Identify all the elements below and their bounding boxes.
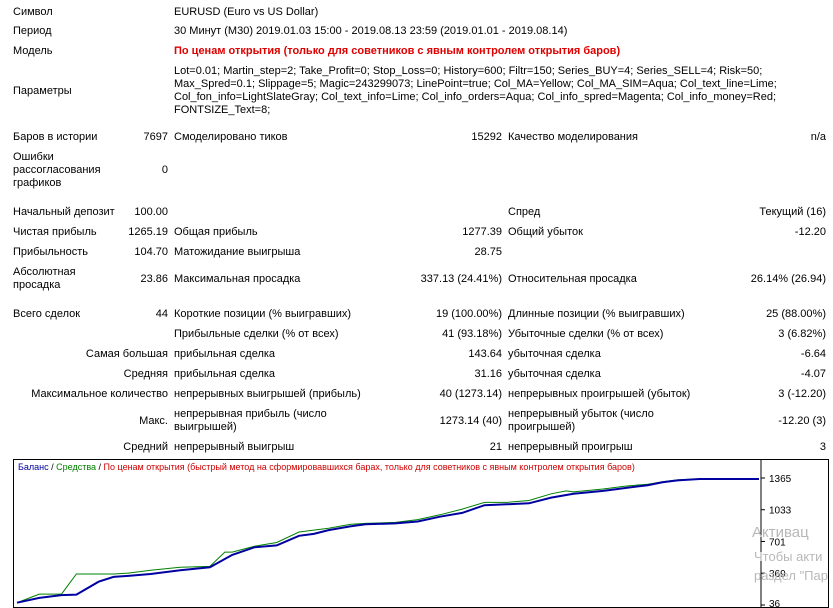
balance-series-line — [16, 478, 759, 604]
average-label: Средняя — [123, 368, 168, 380]
largest-profit-value: 143.64 — [468, 348, 502, 360]
legend-equity: Средства — [56, 462, 97, 472]
symbol-value: EURUSD (Euro vs US Dollar) — [174, 6, 319, 18]
bars-label: Баров в истории — [13, 131, 98, 143]
params-value: Lot=0.01; Martin_step=2; Take_Profit=0; … — [174, 65, 777, 116]
balance-chart: 1365 1033 701 369 36 Баланс / Средства / По … — [13, 459, 829, 608]
max-consec-wins-value: 40 (1273.14) — [439, 388, 502, 400]
avg-consec-losses-value: 3 — [819, 441, 826, 453]
ticks-value: 15292 — [471, 131, 502, 143]
loss-trades-label: Убыточные сделки (% от всех) — [508, 328, 664, 340]
params-label: Параметры — [13, 85, 72, 97]
max-drawdown-label: Максимальная просадка — [174, 273, 301, 285]
legend-separator: / — [96, 462, 104, 472]
expected-payoff-value: 28.75 — [474, 246, 502, 258]
max-consec-losses-value: 3 (-12.20) — [778, 388, 826, 400]
period-label: Период — [13, 25, 52, 37]
net-profit-label: Чистая прибыль — [13, 226, 97, 238]
short-positions-label: Короткие позиции (% выигравших) — [174, 308, 352, 320]
watermark-line-3: раздел "Пар — [754, 568, 828, 583]
watermark-line-1: Активац — [752, 524, 809, 541]
total-trades-value: 44 — [155, 308, 168, 320]
long-positions-value: 25 (88.00%) — [766, 308, 826, 320]
max-consec-profit-label: непрерывная прибыль (число выигрышей) — [174, 408, 327, 433]
total-trades-label: Всего сделок — [13, 308, 81, 320]
balance-chart-svg: 1365103370136936 — [16, 460, 792, 608]
max-label: Макс. — [139, 415, 168, 427]
max-drawdown-value: 337.13 (24.41%) — [420, 273, 502, 285]
y-tick-label: 1033 — [769, 506, 792, 517]
rel-drawdown-label: Относительная просадка — [508, 273, 637, 285]
max-consec-wins-label: непрерывных выигрышей (прибыль) — [174, 388, 361, 400]
bars-value: 7697 — [143, 131, 168, 143]
errors-label: Ошибки рассогласования графиков — [13, 151, 101, 189]
largest-loss-value: -6.64 — [800, 348, 826, 360]
quality-label: Качество моделирования — [508, 131, 638, 143]
profit-factor-value: 104.70 — [134, 246, 168, 258]
quality-value: n/a — [810, 131, 826, 143]
profit-trades-label: Прибыльные сделки (% от всех) — [174, 328, 339, 340]
chart-legend: Баланс / Средства / По ценам открытия (б… — [18, 462, 635, 472]
profit-factor-label: Прибыльность — [13, 246, 88, 258]
largest-loss-label: убыточная сделка — [508, 348, 601, 360]
gross-loss-label: Общий убыток — [508, 226, 583, 238]
watermark-line-2: Чтобы акти — [754, 549, 823, 564]
avg-consec-losses-label: непрерывный проигрыш — [508, 441, 633, 453]
average-loss-value: -4.07 — [800, 368, 826, 380]
average-profit-label: прибыльная сделка — [174, 368, 276, 380]
long-positions-label: Длинные позиции (% выигравших) — [508, 308, 685, 320]
avg-label: Средний — [123, 441, 168, 453]
max-consec-losses-label: непрерывных проигрышей (убыток) — [508, 388, 691, 400]
errors-value: 0 — [161, 164, 168, 176]
y-tick-label: 1365 — [769, 474, 792, 485]
legend-mode: По ценам открытия (быстрый метод на сфор… — [103, 462, 635, 472]
ticks-label: Смоделировано тиков — [174, 131, 288, 143]
avg-consec-wins-label: непрерывный выигрыш — [174, 441, 295, 453]
max-consec-profit-value: 1273.14 (40) — [439, 415, 502, 427]
max-consec-loss-label: непрерывный убыток (число проигрышей) — [508, 408, 654, 433]
net-profit-value: 1265.19 — [128, 226, 168, 238]
model-label: Модель — [13, 45, 53, 57]
average-profit-value: 31.16 — [474, 368, 502, 380]
short-positions-value: 19 (100.00%) — [435, 308, 502, 320]
spread-value: Текущий (16) — [759, 206, 826, 218]
spread-label: Спред — [508, 206, 541, 218]
gross-profit-value: 1277.39 — [462, 226, 502, 238]
period-value: 30 Минут (M30) 2019.01.03 15:00 - 2019.0… — [174, 25, 568, 37]
gross-profit-label: Общая прибыль — [174, 226, 258, 238]
average-loss-label: убыточная сделка — [508, 368, 601, 380]
largest-label: Самая большая — [85, 348, 168, 360]
legend-balance: Баланс — [18, 462, 49, 472]
profit-trades-value: 41 (93.18%) — [442, 328, 502, 340]
expected-payoff-label: Матожидание выигрыша — [174, 246, 301, 258]
abs-drawdown-value: 23.86 — [140, 273, 168, 285]
loss-trades-value: 3 (6.82%) — [778, 328, 826, 340]
max-consec-loss-value: -12.20 (3) — [778, 415, 826, 427]
deposit-value: 100.00 — [134, 206, 168, 218]
rel-drawdown-value: 26.14% (26.94) — [750, 273, 826, 285]
max-count-label: Максимальное количество — [31, 388, 168, 400]
model-value: По ценам открытия (только для советников… — [174, 45, 621, 57]
symbol-label: Символ — [13, 6, 53, 18]
y-tick-label: 36 — [769, 599, 781, 608]
largest-profit-label: прибыльная сделка — [174, 348, 276, 360]
gross-loss-value: -12.20 — [794, 226, 826, 238]
abs-drawdown-label: Абсолютная просадка — [13, 266, 76, 291]
equity-series-line — [16, 478, 759, 604]
avg-consec-wins-value: 21 — [489, 441, 502, 453]
